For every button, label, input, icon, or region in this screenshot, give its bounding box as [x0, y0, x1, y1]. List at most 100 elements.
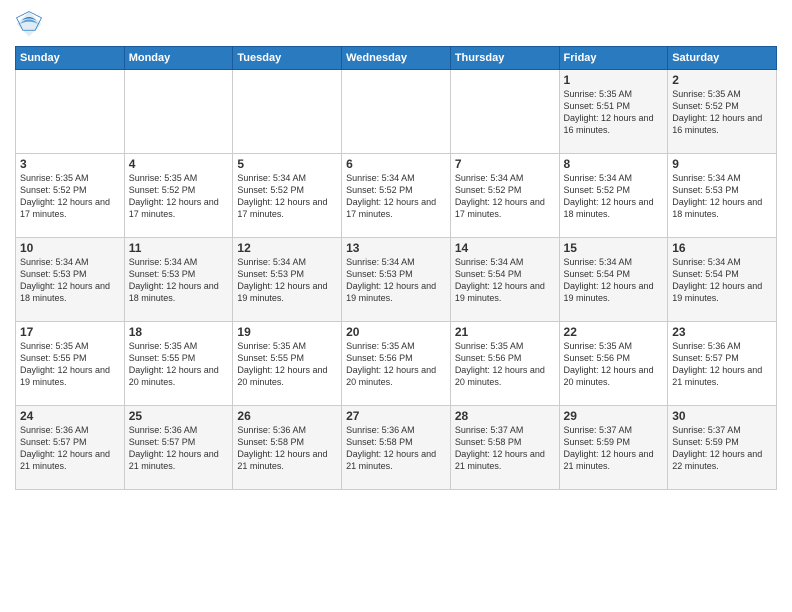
day-number: 3 — [20, 157, 120, 171]
day-number: 20 — [346, 325, 446, 339]
calendar-cell: 19Sunrise: 5:35 AM Sunset: 5:55 PM Dayli… — [233, 322, 342, 406]
calendar-cell: 7Sunrise: 5:34 AM Sunset: 5:52 PM Daylig… — [450, 154, 559, 238]
weekday-header-friday: Friday — [559, 47, 668, 70]
day-info: Sunrise: 5:36 AM Sunset: 5:57 PM Dayligh… — [20, 424, 120, 473]
calendar-cell: 25Sunrise: 5:36 AM Sunset: 5:57 PM Dayli… — [124, 406, 233, 490]
day-info: Sunrise: 5:34 AM Sunset: 5:54 PM Dayligh… — [455, 256, 555, 305]
day-number: 17 — [20, 325, 120, 339]
calendar-cell: 23Sunrise: 5:36 AM Sunset: 5:57 PM Dayli… — [668, 322, 777, 406]
day-number: 16 — [672, 241, 772, 255]
calendar-cell: 1Sunrise: 5:35 AM Sunset: 5:51 PM Daylig… — [559, 70, 668, 154]
day-info: Sunrise: 5:34 AM Sunset: 5:52 PM Dayligh… — [455, 172, 555, 221]
day-info: Sunrise: 5:37 AM Sunset: 5:59 PM Dayligh… — [564, 424, 664, 473]
day-number: 9 — [672, 157, 772, 171]
day-number: 6 — [346, 157, 446, 171]
calendar-cell: 20Sunrise: 5:35 AM Sunset: 5:56 PM Dayli… — [342, 322, 451, 406]
day-info: Sunrise: 5:37 AM Sunset: 5:59 PM Dayligh… — [672, 424, 772, 473]
day-info: Sunrise: 5:36 AM Sunset: 5:58 PM Dayligh… — [237, 424, 337, 473]
day-number: 15 — [564, 241, 664, 255]
day-info: Sunrise: 5:34 AM Sunset: 5:54 PM Dayligh… — [672, 256, 772, 305]
day-info: Sunrise: 5:35 AM Sunset: 5:52 PM Dayligh… — [129, 172, 229, 221]
calendar-cell: 24Sunrise: 5:36 AM Sunset: 5:57 PM Dayli… — [16, 406, 125, 490]
day-number: 25 — [129, 409, 229, 423]
day-number: 11 — [129, 241, 229, 255]
day-number: 18 — [129, 325, 229, 339]
day-info: Sunrise: 5:34 AM Sunset: 5:53 PM Dayligh… — [346, 256, 446, 305]
calendar-cell: 26Sunrise: 5:36 AM Sunset: 5:58 PM Dayli… — [233, 406, 342, 490]
calendar-cell: 21Sunrise: 5:35 AM Sunset: 5:56 PM Dayli… — [450, 322, 559, 406]
calendar-cell: 17Sunrise: 5:35 AM Sunset: 5:55 PM Dayli… — [16, 322, 125, 406]
day-number: 24 — [20, 409, 120, 423]
calendar-cell: 30Sunrise: 5:37 AM Sunset: 5:59 PM Dayli… — [668, 406, 777, 490]
weekday-header-wednesday: Wednesday — [342, 47, 451, 70]
calendar-cell: 29Sunrise: 5:37 AM Sunset: 5:59 PM Dayli… — [559, 406, 668, 490]
day-number: 12 — [237, 241, 337, 255]
logo-icon — [15, 10, 43, 38]
day-info: Sunrise: 5:34 AM Sunset: 5:53 PM Dayligh… — [20, 256, 120, 305]
weekday-header-monday: Monday — [124, 47, 233, 70]
calendar-cell: 12Sunrise: 5:34 AM Sunset: 5:53 PM Dayli… — [233, 238, 342, 322]
calendar-cell: 11Sunrise: 5:34 AM Sunset: 5:53 PM Dayli… — [124, 238, 233, 322]
calendar-cell: 4Sunrise: 5:35 AM Sunset: 5:52 PM Daylig… — [124, 154, 233, 238]
day-info: Sunrise: 5:35 AM Sunset: 5:51 PM Dayligh… — [564, 88, 664, 137]
day-number: 30 — [672, 409, 772, 423]
calendar-cell: 27Sunrise: 5:36 AM Sunset: 5:58 PM Dayli… — [342, 406, 451, 490]
day-number: 1 — [564, 73, 664, 87]
day-info: Sunrise: 5:34 AM Sunset: 5:53 PM Dayligh… — [129, 256, 229, 305]
day-number: 23 — [672, 325, 772, 339]
calendar-cell: 5Sunrise: 5:34 AM Sunset: 5:52 PM Daylig… — [233, 154, 342, 238]
day-info: Sunrise: 5:37 AM Sunset: 5:58 PM Dayligh… — [455, 424, 555, 473]
day-info: Sunrise: 5:34 AM Sunset: 5:54 PM Dayligh… — [564, 256, 664, 305]
calendar-cell: 14Sunrise: 5:34 AM Sunset: 5:54 PM Dayli… — [450, 238, 559, 322]
day-number: 22 — [564, 325, 664, 339]
day-info: Sunrise: 5:34 AM Sunset: 5:52 PM Dayligh… — [346, 172, 446, 221]
day-info: Sunrise: 5:35 AM Sunset: 5:55 PM Dayligh… — [237, 340, 337, 389]
calendar-cell — [16, 70, 125, 154]
day-number: 14 — [455, 241, 555, 255]
day-info: Sunrise: 5:35 AM Sunset: 5:56 PM Dayligh… — [455, 340, 555, 389]
weekday-header-tuesday: Tuesday — [233, 47, 342, 70]
calendar-week-4: 17 Sunrise: 5:35 AM Sunset: 5:55 PM Dayli… — [16, 322, 777, 406]
logo — [15, 10, 47, 38]
page-container: SundayMondayTuesdayWednesdayThursdayFrid… — [0, 0, 792, 500]
day-info: Sunrise: 5:36 AM Sunset: 5:57 PM Dayligh… — [672, 340, 772, 389]
calendar-header: SundayMondayTuesdayWednesdayThursdayFrid… — [16, 47, 777, 70]
day-info: Sunrise: 5:34 AM Sunset: 5:53 PM Dayligh… — [672, 172, 772, 221]
calendar-cell: 3Sunrise: 5:35 AM Sunset: 5:52 PM Daylig… — [16, 154, 125, 238]
calendar-cell: 2Sunrise: 5:35 AM Sunset: 5:52 PM Daylig… — [668, 70, 777, 154]
day-info: Sunrise: 5:35 AM Sunset: 5:56 PM Dayligh… — [564, 340, 664, 389]
day-number: 27 — [346, 409, 446, 423]
calendar-cell — [342, 70, 451, 154]
calendar-cell: 6Sunrise: 5:34 AM Sunset: 5:52 PM Daylig… — [342, 154, 451, 238]
calendar-body: 1Sunrise: 5:35 AM Sunset: 5:51 PM Daylig… — [16, 70, 777, 490]
calendar-cell — [124, 70, 233, 154]
day-number: 8 — [564, 157, 664, 171]
day-info: Sunrise: 5:35 AM Sunset: 5:55 PM Dayligh… — [129, 340, 229, 389]
calendar-cell: 16Sunrise: 5:34 AM Sunset: 5:54 PM Dayli… — [668, 238, 777, 322]
calendar-cell: 22Sunrise: 5:35 AM Sunset: 5:56 PM Dayli… — [559, 322, 668, 406]
calendar-cell — [450, 70, 559, 154]
day-number: 10 — [20, 241, 120, 255]
day-number: 21 — [455, 325, 555, 339]
calendar-table: SundayMondayTuesdayWednesdayThursdayFrid… — [15, 46, 777, 490]
day-info: Sunrise: 5:35 AM Sunset: 5:56 PM Dayligh… — [346, 340, 446, 389]
calendar-cell: 9Sunrise: 5:34 AM Sunset: 5:53 PM Daylig… — [668, 154, 777, 238]
day-info: Sunrise: 5:35 AM Sunset: 5:52 PM Dayligh… — [672, 88, 772, 137]
day-info: Sunrise: 5:34 AM Sunset: 5:53 PM Dayligh… — [237, 256, 337, 305]
calendar-week-2: 3Sunrise: 5:35 AM Sunset: 5:52 PM Daylig… — [16, 154, 777, 238]
header — [15, 10, 777, 38]
day-info: Sunrise: 5:36 AM Sunset: 5:58 PM Dayligh… — [346, 424, 446, 473]
day-number: 5 — [237, 157, 337, 171]
calendar-cell: 18Sunrise: 5:35 AM Sunset: 5:55 PM Dayli… — [124, 322, 233, 406]
day-number: 4 — [129, 157, 229, 171]
day-number: 7 — [455, 157, 555, 171]
day-number: 28 — [455, 409, 555, 423]
calendar-cell — [233, 70, 342, 154]
day-number: 19 — [237, 325, 337, 339]
calendar-week-5: 24Sunrise: 5:36 AM Sunset: 5:57 PM Dayli… — [16, 406, 777, 490]
day-number: 2 — [672, 73, 772, 87]
weekday-header-thursday: Thursday — [450, 47, 559, 70]
day-info: Sunrise: 5:35 AM Sunset: 5:52 PM Dayligh… — [20, 172, 120, 221]
day-info: Sunrise: 5:34 AM Sunset: 5:52 PM Dayligh… — [564, 172, 664, 221]
day-number: 26 — [237, 409, 337, 423]
